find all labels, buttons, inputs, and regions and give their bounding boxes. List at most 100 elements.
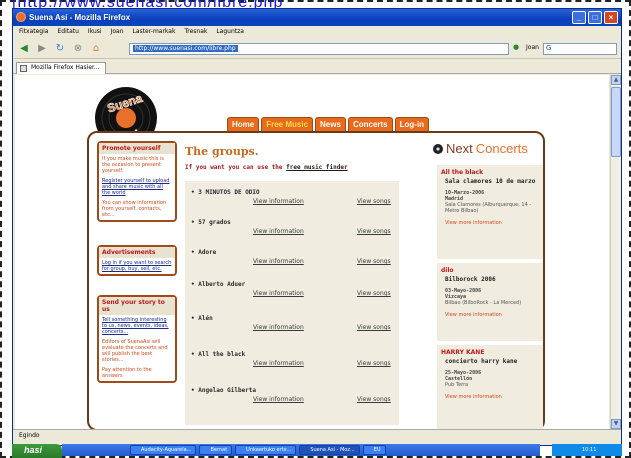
menu-bookmarks[interactable]: Laster-markak bbox=[133, 28, 176, 36]
concert-band: dilo bbox=[441, 267, 454, 274]
scroll-thumb[interactable] bbox=[611, 87, 621, 157]
tab-current[interactable]: Mozilla Firefox Hasier... bbox=[16, 62, 106, 74]
promote-text-3: You can show information from yourself, … bbox=[102, 200, 167, 218]
concert-place: Bilbao (BilboRock - La Merced) bbox=[445, 300, 522, 306]
vertical-scrollbar[interactable]: ▲ ▼ bbox=[610, 75, 621, 429]
story-text-3: Pay attention to the answers bbox=[102, 367, 152, 379]
site-nav: Home Free Music News Concerts Log-in bbox=[227, 117, 430, 131]
nav-free-music[interactable]: Free Music bbox=[261, 117, 314, 131]
story-box: Send your story to us Tell something int… bbox=[97, 295, 177, 383]
menu-tools[interactable]: Tresnak bbox=[184, 28, 207, 36]
view-information-link[interactable]: View information bbox=[253, 228, 304, 235]
free-music-finder-link[interactable]: free music finder bbox=[286, 164, 347, 171]
back-arrow-icon[interactable]: ◀ bbox=[17, 42, 31, 56]
page-icon bbox=[20, 65, 27, 72]
view-more-link[interactable]: View more information bbox=[445, 220, 539, 226]
list-item: • 57 grados View information View songs bbox=[191, 219, 391, 235]
group-name: • Angelao Gilberta bbox=[191, 387, 257, 394]
view-information-link[interactable]: View information bbox=[253, 360, 304, 367]
menu-view[interactable]: Ikusi bbox=[88, 28, 102, 36]
list-item: • Angelao Gilberta View information View… bbox=[191, 387, 391, 403]
close-button[interactable]: × bbox=[604, 11, 618, 24]
address-bar[interactable]: http://www.suenasi.com/libre.php bbox=[129, 43, 509, 55]
group-name: • All the black bbox=[191, 351, 246, 358]
view-information-link[interactable]: View information bbox=[253, 290, 304, 297]
taskbar-items: Audacity-Aquarela... Bernat Unkaertuko e… bbox=[130, 445, 386, 455]
concert-title: Bilborock 2006 bbox=[445, 276, 496, 283]
menu-go[interactable]: Joan bbox=[111, 28, 124, 36]
view-songs-link[interactable]: View songs bbox=[357, 324, 391, 331]
list-item: • Adore View information View songs bbox=[191, 249, 391, 265]
menu-bar: Fitxategia Editatu Ikusi Joan Laster-mar… bbox=[13, 26, 621, 38]
window-title: Suena Así - Mozilla Firefox bbox=[29, 13, 131, 22]
group-name: • 3 MINUTOS DE ODIO bbox=[191, 189, 260, 196]
go-icon[interactable]: ● bbox=[513, 43, 519, 51]
register-link[interactable]: Register yourself to upload and share mu… bbox=[102, 178, 169, 196]
list-item: • Alberto Aduer View information View so… bbox=[191, 281, 391, 297]
stop-icon[interactable]: ⊗ bbox=[71, 42, 85, 56]
scroll-down-icon[interactable]: ▼ bbox=[611, 419, 621, 429]
system-tray: 10:11 bbox=[552, 444, 622, 456]
reload-icon[interactable]: ↻ bbox=[53, 42, 67, 56]
group-name: • Adore bbox=[191, 249, 217, 256]
view-songs-link[interactable]: View songs bbox=[357, 290, 391, 297]
maximize-button[interactable]: □ bbox=[588, 11, 602, 24]
taskbar-item[interactable]: EU bbox=[362, 445, 386, 455]
groups-title: The groups. bbox=[185, 145, 259, 158]
concert-band: HARRY KANE bbox=[441, 349, 485, 356]
home-icon[interactable]: ⌂ bbox=[89, 42, 103, 56]
nav-news[interactable]: News bbox=[315, 117, 346, 131]
concert-title: Sala clamores 10 de marzo bbox=[445, 178, 536, 185]
concert-card: HARRY KANE concierto harry kane 25-Mayo-… bbox=[437, 345, 543, 429]
menu-help[interactable]: Laguntza bbox=[216, 28, 244, 36]
view-information-link[interactable]: View information bbox=[253, 324, 304, 331]
nav-concerts[interactable]: Concerts bbox=[347, 117, 393, 131]
story-heading: Send your story to us bbox=[99, 297, 175, 315]
scroll-up-icon[interactable]: ▲ bbox=[611, 75, 621, 85]
firefox-icon bbox=[16, 12, 26, 22]
concert-card: All the black Sala clamores 10 de marzo … bbox=[437, 165, 543, 259]
menu-file[interactable]: Fitxategia bbox=[19, 28, 48, 36]
google-search-icon: G bbox=[546, 44, 552, 52]
next-concerts: Next Concerts All the black Sala clamores… bbox=[433, 141, 543, 429]
status-bar: Egindo bbox=[13, 429, 621, 440]
view-songs-link[interactable]: View songs bbox=[357, 396, 391, 403]
taskbar-item[interactable]: Audacity-Aquarela... bbox=[130, 445, 197, 455]
view-information-link[interactable]: View information bbox=[253, 258, 304, 265]
forward-arrow-icon[interactable]: ▶ bbox=[35, 42, 49, 56]
menu-edit[interactable]: Editatu bbox=[57, 28, 78, 36]
browser-window: Suena Así - Mozilla Firefox _ □ × Fitxat… bbox=[12, 8, 622, 446]
taskbar-item[interactable]: Unkaertuko ertx... bbox=[235, 445, 297, 455]
tab-label: Mozilla Firefox Hasier... bbox=[31, 64, 100, 71]
nav-home[interactable]: Home bbox=[227, 117, 260, 131]
view-more-link[interactable]: View more information bbox=[445, 394, 539, 400]
concert-title: concierto harry kane bbox=[445, 358, 518, 365]
login-link[interactable]: Log in if you want to search for group, … bbox=[102, 260, 171, 272]
group-name: • Alén bbox=[191, 315, 213, 322]
minimize-button[interactable]: _ bbox=[572, 11, 586, 24]
nav-login[interactable]: Log-in bbox=[394, 117, 430, 131]
ads-box: Advertisements Log in if you want to sea… bbox=[97, 245, 177, 276]
start-button[interactable]: hasi bbox=[12, 444, 62, 458]
view-songs-link[interactable]: View songs bbox=[357, 228, 391, 235]
list-item: • Alén View information View songs bbox=[191, 315, 391, 331]
story-text-2: Editors of SuenaAsí will evaluate the co… bbox=[102, 339, 168, 363]
view-songs-link[interactable]: View songs bbox=[357, 258, 391, 265]
group-name: • Alberto Aduer bbox=[191, 281, 246, 288]
view-information-link[interactable]: View information bbox=[253, 396, 304, 403]
group-name: • 57 grados bbox=[191, 219, 231, 226]
tell-something-link[interactable]: Tell something interesting to us, news, … bbox=[102, 317, 169, 335]
view-songs-link[interactable]: View songs bbox=[357, 198, 391, 205]
list-item: • All the black View information View so… bbox=[191, 351, 391, 367]
go-label[interactable]: Joan bbox=[526, 44, 539, 51]
view-more-link[interactable]: View more information bbox=[445, 312, 539, 318]
search-input[interactable]: G bbox=[543, 43, 617, 55]
content-panel: Promote yourself If you make music this … bbox=[87, 131, 545, 429]
lead-prefix: If you want you can use the bbox=[185, 164, 283, 171]
taskbar-item[interactable]: Suena Así - Moz... bbox=[299, 445, 360, 455]
taskbar-item[interactable]: Bernat bbox=[199, 445, 233, 455]
address-url: http://www.suenasi.com/libre.php bbox=[133, 45, 238, 52]
view-songs-link[interactable]: View songs bbox=[357, 360, 391, 367]
view-information-link[interactable]: View information bbox=[253, 198, 304, 205]
concert-place: Pub Terra bbox=[445, 382, 469, 388]
